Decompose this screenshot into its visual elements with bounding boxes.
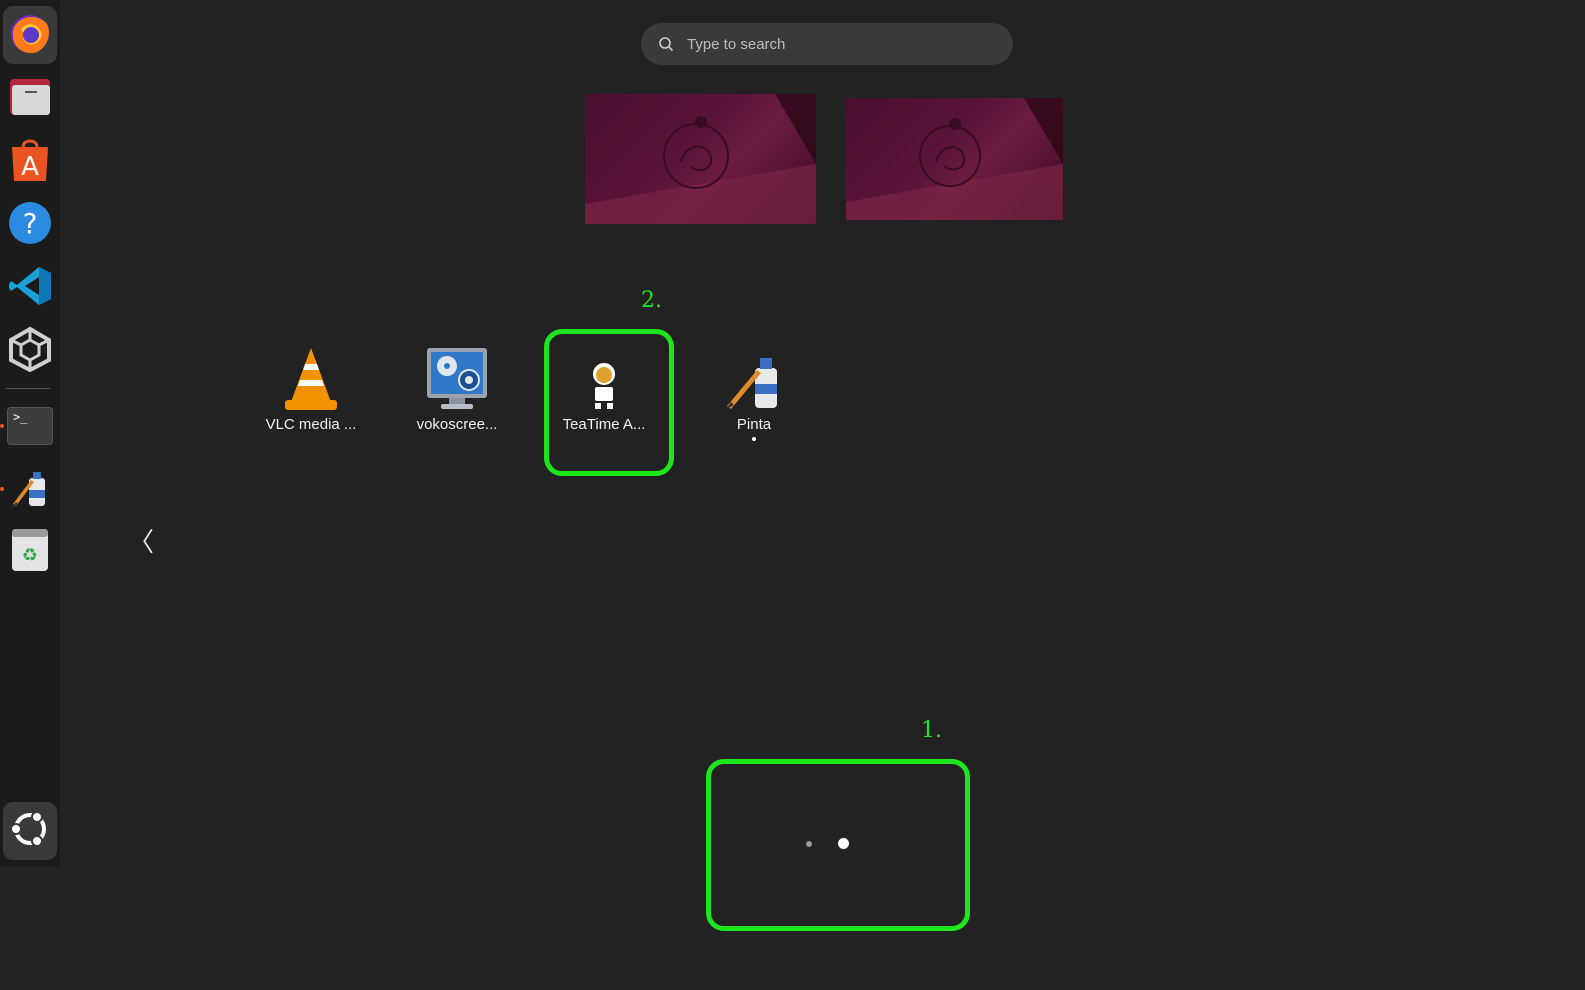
trash-icon: ♻ (11, 527, 49, 577)
app-center-icon: A (10, 137, 50, 187)
firefox-icon (7, 10, 53, 60)
search-icon (655, 33, 677, 55)
help-launcher[interactable]: ? (3, 196, 57, 254)
dock: A ? >_ ♻ (0, 0, 60, 867)
search-input[interactable] (685, 34, 989, 54)
annotation-marker-2: 2. (641, 288, 662, 313)
page-dot-2[interactable] (838, 838, 849, 849)
terminal-prompt: >_ (13, 410, 28, 424)
vlc-icon (251, 342, 371, 412)
app-label: VLC media ... (265, 416, 357, 433)
pinta-running-indicator (0, 487, 4, 491)
annotation-marker-1: 1. (921, 718, 942, 743)
terminal-launcher[interactable]: >_ (3, 397, 57, 455)
svg-text:?: ? (23, 207, 38, 240)
unity-launcher[interactable] (3, 322, 57, 380)
pinta-icon (694, 342, 814, 412)
pinta-icon (7, 464, 53, 514)
vscode-icon (7, 263, 53, 313)
app-center-launcher[interactable]: A (3, 133, 57, 191)
workspace-thumbnail-2[interactable] (846, 98, 1063, 220)
running-indicator (752, 437, 756, 441)
folder-icon (7, 75, 53, 123)
app-vokoscreen[interactable]: vokoscree... (397, 342, 517, 433)
page-dot-1[interactable] (806, 841, 812, 847)
terminal-icon: >_ (7, 407, 53, 445)
previous-page-chevron[interactable]: 〈 (128, 522, 154, 559)
app-pinta[interactable]: Pinta (694, 342, 814, 441)
trash-launcher[interactable]: ♻ (3, 523, 57, 581)
app-label: vokoscree... (416, 416, 498, 433)
svg-text:♻: ♻ (22, 545, 38, 566)
files-launcher[interactable] (3, 70, 57, 128)
workspace-thumbnail-1[interactable] (585, 94, 816, 224)
ubuntu-logo-icon (10, 809, 50, 853)
pinta-launcher[interactable] (3, 460, 57, 518)
app-label: Pinta (736, 416, 772, 433)
show-apps-button[interactable] (3, 802, 57, 860)
help-icon: ? (7, 200, 53, 250)
svg-text:A: A (21, 152, 39, 182)
dock-separator (6, 388, 50, 389)
terminal-running-indicator (0, 424, 4, 428)
vscode-launcher[interactable] (3, 259, 57, 317)
vokoscreen-icon (397, 342, 517, 412)
highlight-box-2 (544, 329, 674, 476)
firefox-launcher[interactable] (3, 6, 57, 64)
search-bar[interactable] (641, 23, 1013, 65)
app-vlc[interactable]: VLC media ... (251, 342, 371, 433)
unity-icon (7, 326, 53, 376)
